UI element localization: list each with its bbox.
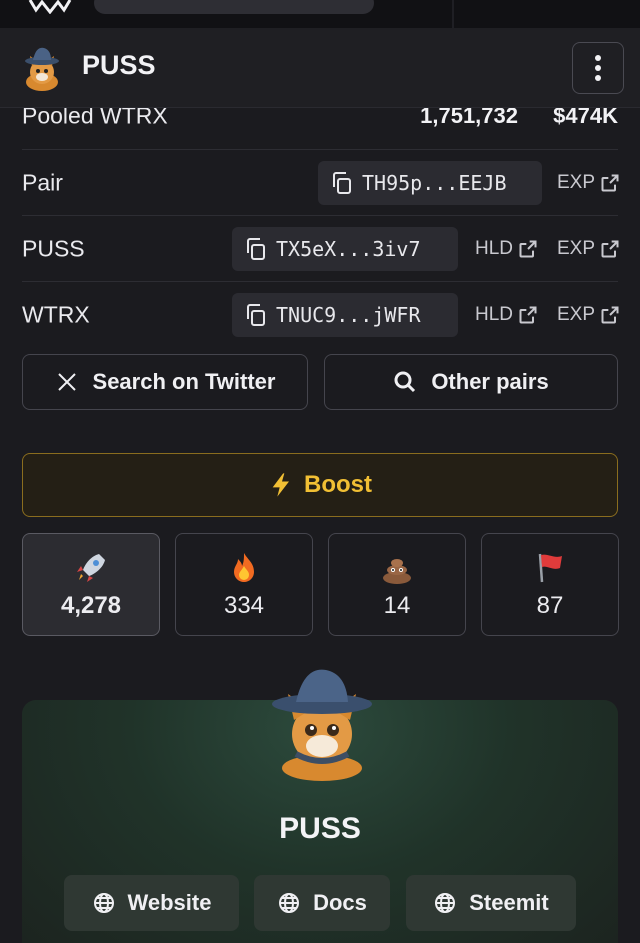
exp-label: EXP bbox=[557, 238, 596, 259]
fire-icon bbox=[234, 552, 254, 582]
pair-address-copy[interactable]: TH95p...EEJB bbox=[318, 161, 542, 205]
boost-label: Boost bbox=[304, 471, 372, 498]
reaction-poop[interactable]: 14 bbox=[328, 533, 466, 636]
site-logo-icon[interactable] bbox=[22, 0, 78, 14]
top-strip bbox=[0, 0, 640, 28]
token-title: PUSS bbox=[82, 50, 156, 80]
boost-button[interactable]: Boost bbox=[22, 453, 618, 517]
reaction-fire[interactable]: 334 bbox=[175, 533, 313, 636]
puss-row: PUSS TX5eX...3iv7 HLD EXP bbox=[22, 216, 620, 282]
reaction-count: 87 bbox=[536, 591, 564, 619]
steemit-label: Steemit bbox=[469, 890, 549, 915]
copy-icon bbox=[333, 172, 351, 194]
kebab-dot bbox=[595, 65, 601, 71]
token-image bbox=[272, 669, 372, 781]
search-bar[interactable] bbox=[94, 0, 374, 14]
puss-label: PUSS bbox=[22, 235, 85, 261]
reaction-count: 334 bbox=[223, 591, 265, 619]
token-header: PUSS bbox=[0, 28, 640, 108]
lightning-icon bbox=[272, 473, 289, 497]
exp-label: EXP bbox=[557, 172, 596, 193]
wtrx-label: WTRX bbox=[22, 301, 90, 328]
website-button[interactable]: Website bbox=[64, 875, 239, 931]
globe-icon bbox=[279, 893, 300, 913]
kebab-menu-icon bbox=[595, 55, 601, 61]
hld-label: HLD bbox=[475, 304, 514, 325]
globe-icon bbox=[93, 893, 114, 913]
wtrx-address: TNUC9...jWFR bbox=[276, 303, 421, 327]
puss-hld-link[interactable]: HLD bbox=[475, 238, 538, 260]
other-pairs-button[interactable]: Other pairs bbox=[324, 354, 618, 410]
divider bbox=[452, 0, 454, 28]
external-link-icon bbox=[519, 240, 537, 258]
search-twitter-button[interactable]: Search on Twitter bbox=[22, 354, 308, 410]
token-name: PUSS bbox=[279, 812, 361, 845]
external-link-icon bbox=[519, 306, 537, 324]
wtrx-row: WTRX TNUC9...jWFR HLD EXP bbox=[22, 282, 620, 348]
hld-label: HLD bbox=[475, 238, 514, 259]
pair-row: Pair TH95p...EEJB EXP bbox=[22, 150, 620, 216]
other-pairs-label: Other pairs bbox=[431, 369, 549, 394]
reaction-count: 14 bbox=[383, 591, 411, 619]
wtrx-exp-link[interactable]: EXP bbox=[557, 304, 620, 326]
search-icon bbox=[394, 371, 416, 393]
external-link-icon bbox=[601, 306, 619, 324]
puss-exp-link[interactable]: EXP bbox=[557, 238, 620, 260]
pair-label: Pair bbox=[22, 169, 63, 195]
exp-label: EXP bbox=[557, 304, 596, 325]
docs-button[interactable]: Docs bbox=[254, 875, 390, 931]
external-link-icon bbox=[601, 174, 619, 192]
reaction-flag[interactable]: 87 bbox=[481, 533, 619, 636]
docs-label: Docs bbox=[313, 890, 367, 915]
copy-icon bbox=[247, 304, 265, 326]
token-avatar bbox=[25, 47, 59, 91]
website-label: Website bbox=[127, 890, 212, 915]
pair-address: TH95p...EEJB bbox=[362, 171, 507, 195]
puss-address-copy[interactable]: TX5eX...3iv7 bbox=[232, 227, 458, 271]
kebab-dot bbox=[595, 75, 601, 81]
external-link-icon bbox=[601, 240, 619, 258]
globe-icon bbox=[435, 893, 456, 913]
pair-exp-link[interactable]: EXP bbox=[557, 172, 620, 194]
reaction-count: 4,278 bbox=[60, 591, 122, 619]
red-flag-icon bbox=[538, 553, 562, 582]
menu-button[interactable] bbox=[572, 42, 624, 94]
rocket-icon bbox=[77, 553, 105, 582]
copy-icon bbox=[247, 238, 265, 260]
x-logo-icon bbox=[57, 373, 76, 391]
steemit-button[interactable]: Steemit bbox=[406, 875, 576, 931]
reaction-rocket[interactable]: 4,278 bbox=[22, 533, 160, 636]
puss-address: TX5eX...3iv7 bbox=[276, 237, 421, 261]
search-twitter-label: Search on Twitter bbox=[92, 369, 276, 394]
wtrx-hld-link[interactable]: HLD bbox=[475, 304, 538, 326]
poop-icon bbox=[383, 558, 411, 584]
wtrx-address-copy[interactable]: TNUC9...jWFR bbox=[232, 293, 458, 337]
